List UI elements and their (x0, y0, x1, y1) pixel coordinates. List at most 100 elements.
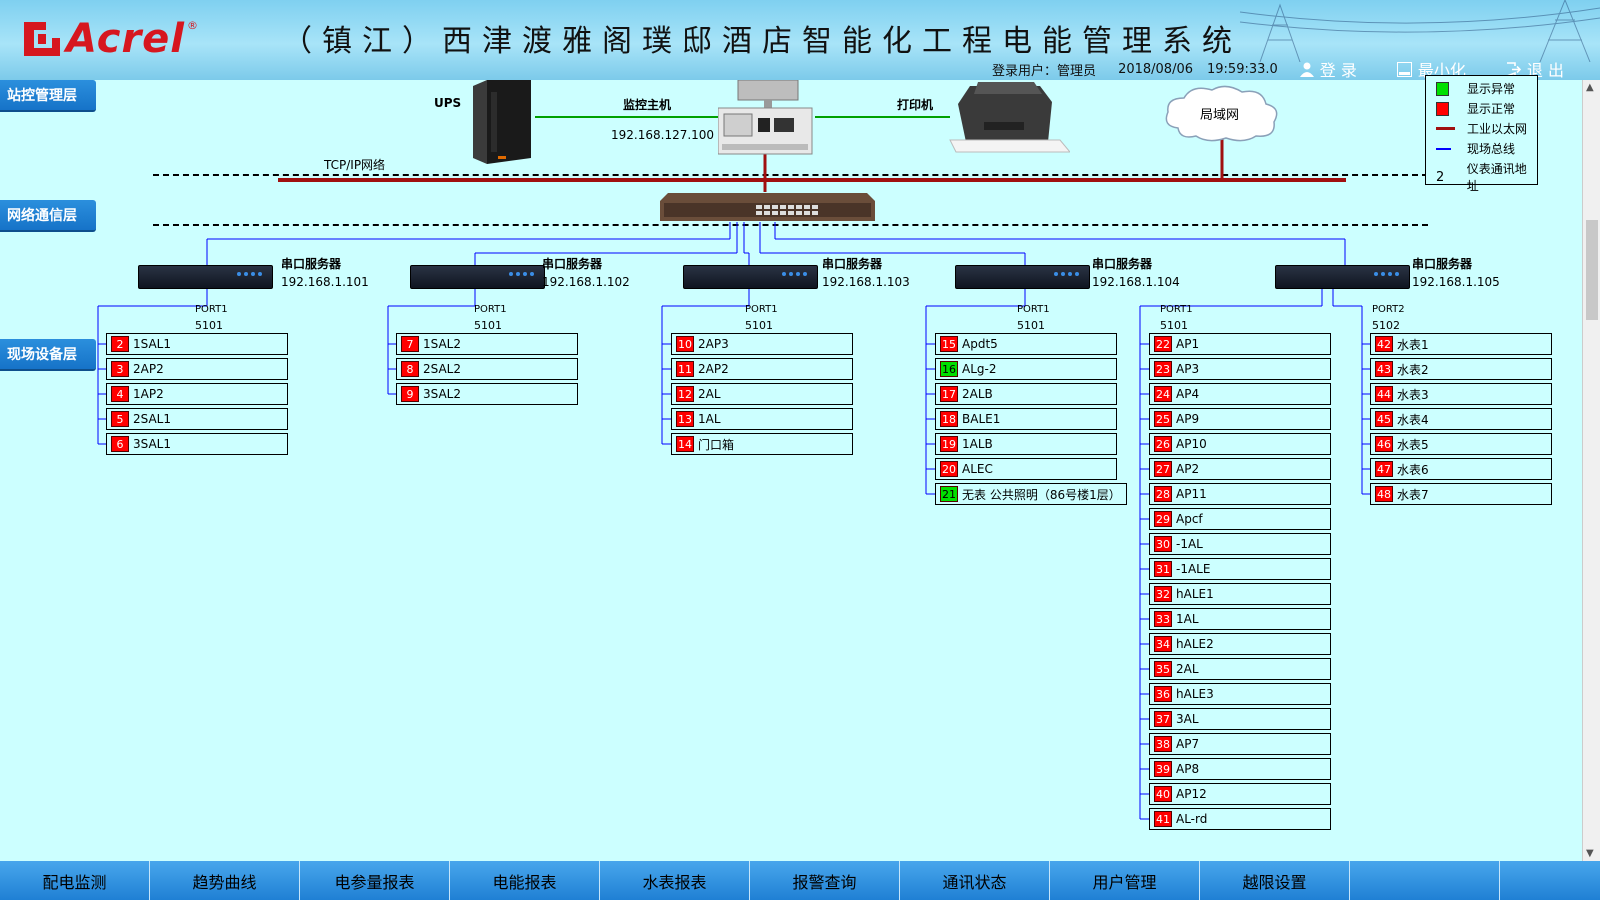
device-row[interactable]: 39 AP8 (1149, 758, 1331, 780)
scroll-thumb[interactable] (1586, 220, 1598, 320)
device-row[interactable]: 45 水表4 (1370, 408, 1552, 430)
serial-port-number: 5101 (1017, 319, 1045, 332)
device-row[interactable]: 27 AP2 (1149, 458, 1331, 480)
device-name: 2AL (1176, 662, 1199, 676)
device-address: 40 (1154, 786, 1172, 802)
scroll-up-icon[interactable]: ▲ (1586, 82, 1594, 93)
device-row[interactable]: 16 ALg-2 (935, 358, 1117, 380)
scroll-down-icon[interactable]: ▼ (1586, 848, 1594, 859)
device-name: 2SAL1 (133, 412, 172, 426)
device-address: 12 (676, 386, 694, 402)
device-address: 22 (1154, 336, 1172, 352)
device-row[interactable]: 12 2AL (671, 383, 853, 405)
status-lights (509, 272, 534, 276)
device-row[interactable]: 7 1SAL2 (396, 333, 578, 355)
device-row[interactable]: 34 hALE2 (1149, 633, 1331, 655)
serial-server-name: 串口服务器 (1092, 257, 1153, 271)
device-row[interactable]: 3 2AP2 (106, 358, 288, 380)
nav-button-5[interactable]: 水表报表 (600, 861, 750, 900)
device-row[interactable]: 11 2AP2 (671, 358, 853, 380)
device-row[interactable]: 46 水表5 (1370, 433, 1552, 455)
serial-server-image (955, 265, 1090, 289)
device-row[interactable]: 30 -1AL (1149, 533, 1331, 555)
device-address: 47 (1375, 461, 1393, 477)
device-address: 38 (1154, 736, 1172, 752)
device-address: 43 (1375, 361, 1393, 377)
device-row[interactable]: 4 1AP2 (106, 383, 288, 405)
device-row[interactable]: 8 2SAL2 (396, 358, 578, 380)
device-address: 44 (1375, 386, 1393, 402)
device-row[interactable]: 6 3SAL1 (106, 433, 288, 455)
device-row[interactable]: 38 AP7 (1149, 733, 1331, 755)
device-row[interactable]: 18 BALE1 (935, 408, 1117, 430)
device-name: 水表1 (1397, 337, 1429, 352)
device-row[interactable]: 14 门口箱 (671, 433, 853, 455)
device-row[interactable]: 10 2AP3 (671, 333, 853, 355)
device-name: 1SAL1 (133, 337, 172, 351)
device-row[interactable]: 36 hALE3 (1149, 683, 1331, 705)
device-row[interactable]: 22 AP1 (1149, 333, 1331, 355)
device-row[interactable]: 48 水表7 (1370, 483, 1552, 505)
nav-button-8[interactable]: 用户管理 (1050, 861, 1200, 900)
device-row[interactable]: 9 3SAL2 (396, 383, 578, 405)
device-row[interactable]: 23 AP3 (1149, 358, 1331, 380)
serial-port-label: PORT1 (1160, 304, 1193, 315)
nav-button-3[interactable]: 电参量报表 (300, 861, 450, 900)
device-row[interactable]: 41 AL-rd (1149, 808, 1331, 830)
device-row[interactable]: 44 水表3 (1370, 383, 1552, 405)
device-row[interactable]: 42 水表1 (1370, 333, 1552, 355)
device-row[interactable]: 40 AP12 (1149, 783, 1331, 805)
device-row[interactable]: 37 3AL (1149, 708, 1331, 730)
device-row[interactable]: 26 AP10 (1149, 433, 1331, 455)
device-address: 18 (940, 411, 958, 427)
device-address: 39 (1154, 761, 1172, 777)
device-row[interactable]: 13 1AL (671, 408, 853, 430)
nav-button-1[interactable]: 配电监测 (0, 861, 150, 900)
device-address: 17 (940, 386, 958, 402)
device-address: 2 (111, 336, 129, 352)
device-address: 35 (1154, 661, 1172, 677)
device-address: 19 (940, 436, 958, 452)
device-row[interactable]: 2 1SAL1 (106, 333, 288, 355)
device-row[interactable]: 32 hALE1 (1149, 583, 1331, 605)
device-row[interactable]: 5 2SAL1 (106, 408, 288, 430)
device-address: 31 (1154, 561, 1172, 577)
device-address: 46 (1375, 436, 1393, 452)
device-row[interactable]: 21 无表 公共照明（86号楼1层） (935, 483, 1127, 505)
device-address: 10 (676, 336, 694, 352)
device-row[interactable]: 24 AP4 (1149, 383, 1331, 405)
nav-button-9[interactable]: 越限设置 (1200, 861, 1350, 900)
nav-button-6[interactable]: 报警查询 (750, 861, 900, 900)
device-name: hALE3 (1176, 687, 1214, 701)
device-name: AP3 (1176, 362, 1200, 376)
device-row[interactable]: 35 2AL (1149, 658, 1331, 680)
device-name: 1ALB (962, 437, 993, 451)
device-row[interactable]: 29 Apcf (1149, 508, 1331, 530)
device-name: 3SAL1 (133, 437, 172, 451)
device-row[interactable]: 15 Apdt5 (935, 333, 1117, 355)
device-address: 13 (676, 411, 694, 427)
device-row[interactable]: 43 水表2 (1370, 358, 1552, 380)
device-row[interactable]: 33 1AL (1149, 608, 1331, 630)
device-address: 9 (401, 386, 419, 402)
device-name: 水表7 (1397, 487, 1429, 502)
device-address: 15 (940, 336, 958, 352)
device-address: 3 (111, 361, 129, 377)
device-address: 16 (940, 361, 958, 377)
device-row[interactable]: 17 2ALB (935, 383, 1117, 405)
device-row[interactable]: 31 -1ALE (1149, 558, 1331, 580)
nav-button-2[interactable]: 趋势曲线 (150, 861, 300, 900)
device-name: 水表4 (1397, 412, 1429, 427)
device-name: AP10 (1176, 437, 1207, 451)
device-row[interactable]: 25 AP9 (1149, 408, 1331, 430)
nav-button-7[interactable]: 通讯状态 (900, 861, 1050, 900)
device-row[interactable]: 28 AP11 (1149, 483, 1331, 505)
device-row[interactable]: 20 ALEC (935, 458, 1117, 480)
vertical-scrollbar[interactable]: ▲ ▼ (1582, 80, 1600, 861)
device-row[interactable]: 19 1ALB (935, 433, 1117, 455)
nav-button-4[interactable]: 电能报表 (450, 861, 600, 900)
device-row[interactable]: 47 水表6 (1370, 458, 1552, 480)
nav-button-10[interactable] (1350, 861, 1500, 900)
nav-button-11[interactable] (1500, 861, 1600, 900)
device-name: 3SAL2 (423, 387, 462, 401)
